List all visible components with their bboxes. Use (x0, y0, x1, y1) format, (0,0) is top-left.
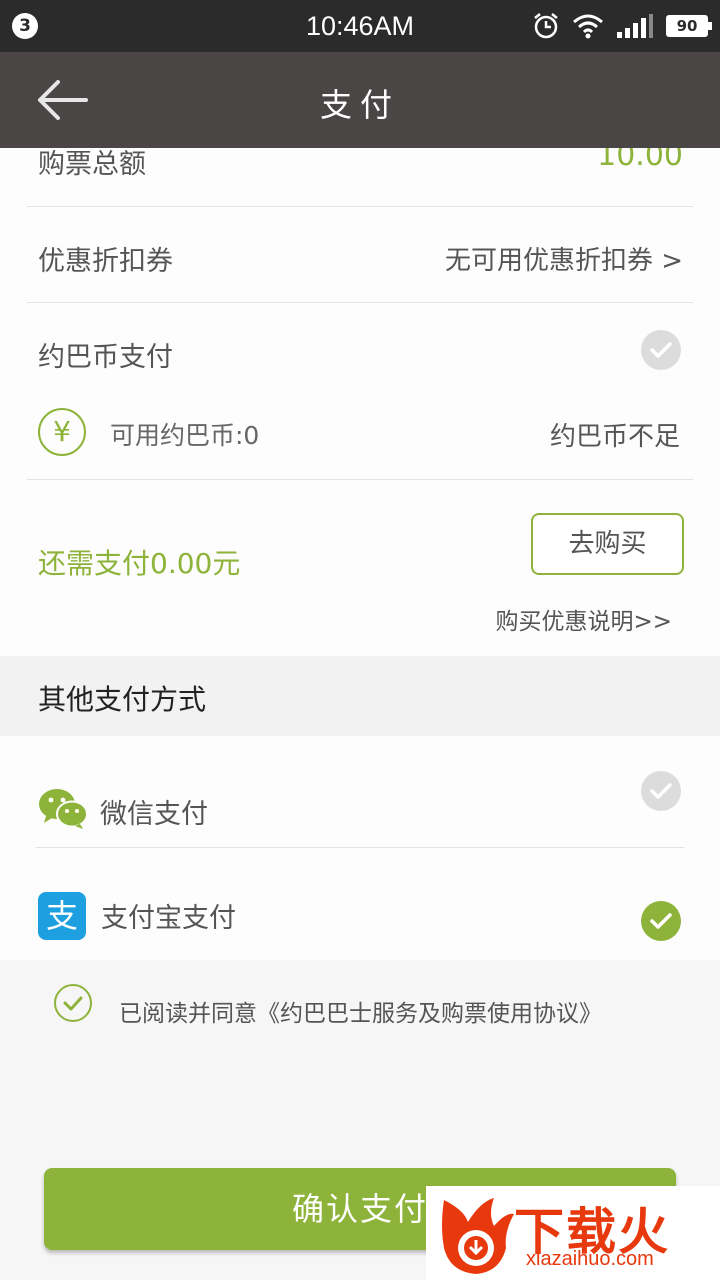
checkmark-icon (63, 996, 83, 1011)
coin-available: 可用约巴币:0 (110, 421, 260, 450)
coin-pay-check[interactable] (641, 330, 681, 370)
flame-logo-icon (442, 1198, 514, 1274)
signal-icon (617, 14, 653, 38)
checkmark-icon (650, 342, 672, 358)
coin-status: 约巴币不足 (549, 422, 680, 452)
buy-info-link[interactable]: 购买优惠说明>> (495, 602, 672, 636)
wechat-icon (39, 789, 88, 829)
agreement-text[interactable]: 已阅读并同意《约巴巴士服务及购票使用协议》 (119, 994, 602, 1028)
status-bar: 3 10:46AM 90 (0, 0, 720, 52)
divider (27, 479, 693, 480)
wifi-icon (573, 14, 603, 39)
watermark: 下载火 xiazaihuo.com (426, 1186, 720, 1280)
alarm-icon (534, 13, 558, 39)
coin-pay-row[interactable]: 约巴币支付 (27, 303, 693, 399)
yen-coin-icon: ¥ (38, 408, 86, 456)
checkmark-icon (650, 913, 672, 929)
other-payment-header: 其他支付方式 (0, 656, 720, 736)
wechat-pay-row[interactable]: 微信支付 (0, 752, 720, 848)
wechat-pay-label: 微信支付 (100, 799, 208, 830)
page-title: 支付 (319, 86, 400, 124)
alipay-row[interactable]: 支付宝支付 (0, 848, 720, 960)
coupon-value: 无可用优惠折扣券 > (444, 246, 683, 276)
watermark-url: xiazaihuo.com (526, 1248, 654, 1270)
alipay-check[interactable] (641, 901, 681, 941)
app-bar: 支付 (0, 52, 720, 148)
coin-pay-label: 约巴币支付 (38, 342, 173, 373)
total-row: 购票总额 10.00 (27, 138, 693, 206)
coupon-row[interactable]: 优惠折扣券 无可用优惠折扣券 > (27, 207, 693, 303)
battery-icon: 90 (666, 15, 712, 37)
buy-coin-button[interactable]: 去购买 (531, 513, 684, 575)
status-icons: 90 (532, 12, 712, 40)
remaining-amount: 还需支付0.00元 (38, 547, 241, 580)
alipay-icon: 支 (38, 892, 86, 940)
agreement-checkbox[interactable] (54, 984, 92, 1022)
other-payment-title: 其他支付方式 (38, 683, 207, 716)
coupon-label: 优惠折扣券 (38, 246, 173, 277)
alipay-label: 支付宝支付 (101, 903, 236, 934)
checkmark-icon (650, 783, 672, 799)
wechat-pay-check[interactable] (641, 771, 681, 811)
